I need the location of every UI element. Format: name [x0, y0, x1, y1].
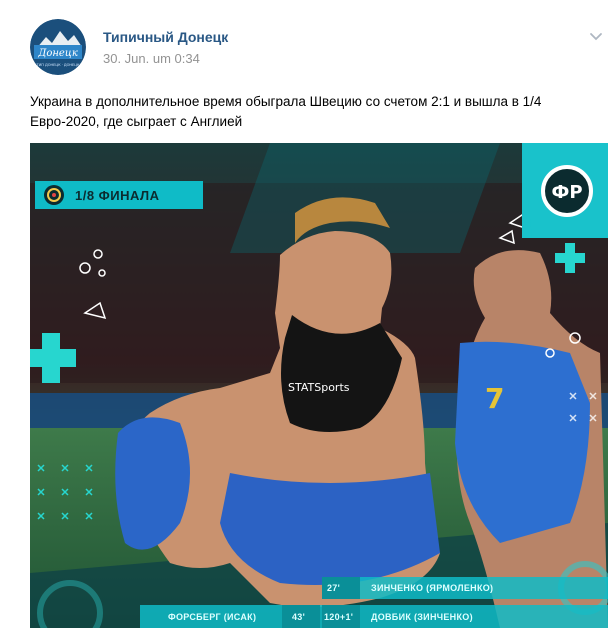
opponent-scorer-name: ФОРСБЕРГ (ИСАК): [168, 612, 257, 622]
stage-badge: 1/8 ФИНАЛА: [35, 181, 203, 209]
post-text: Украина в дополнительное время обыграла …: [30, 94, 542, 129]
euro-trophy-icon: [44, 185, 64, 205]
avatar-image: Донецк ТИП ДОНЕЦК · ДОНЕЦК: [30, 19, 86, 75]
post-image[interactable]: STATSports 7 1/8 ФИНАЛА ФР 27' ЗИНЧЕНКО …: [30, 143, 608, 628]
post-date[interactable]: 30. Jun. um 0:34: [103, 51, 200, 66]
svg-text:7: 7: [485, 382, 504, 415]
brand-logo: ФР: [522, 143, 608, 238]
chevron-down-icon[interactable]: [588, 28, 604, 44]
avatar-logo-text: Донецк: [37, 48, 78, 59]
opponent-scorer-minute: 43': [292, 612, 306, 622]
post-card: Донецк ТИП ДОНЕЦК · ДОНЕЦК Типичный Доне…: [0, 0, 608, 628]
scorer-name-1: ЗИНЧЕНКО (ЯРМОЛЕНКО): [371, 583, 494, 593]
scorer-minute-2: 120+1': [324, 612, 354, 622]
author-name[interactable]: Типичный Донецк: [103, 29, 228, 45]
brand-logo-text: ФР: [551, 182, 582, 203]
jersey-brand-text: STATSports: [288, 381, 350, 394]
stage-badge-label: 1/8 ФИНАЛА: [75, 187, 160, 203]
scorer-minute-1: 27': [327, 583, 341, 593]
avatar-sub-text: ТИП ДОНЕЦК · ДОНЕЦК: [36, 63, 80, 67]
scorer-name-2: ДОВБИК (ЗИНЧЕНКО): [371, 612, 473, 622]
community-avatar[interactable]: Донецк ТИП ДОНЕЦК · ДОНЕЦК: [30, 19, 86, 75]
